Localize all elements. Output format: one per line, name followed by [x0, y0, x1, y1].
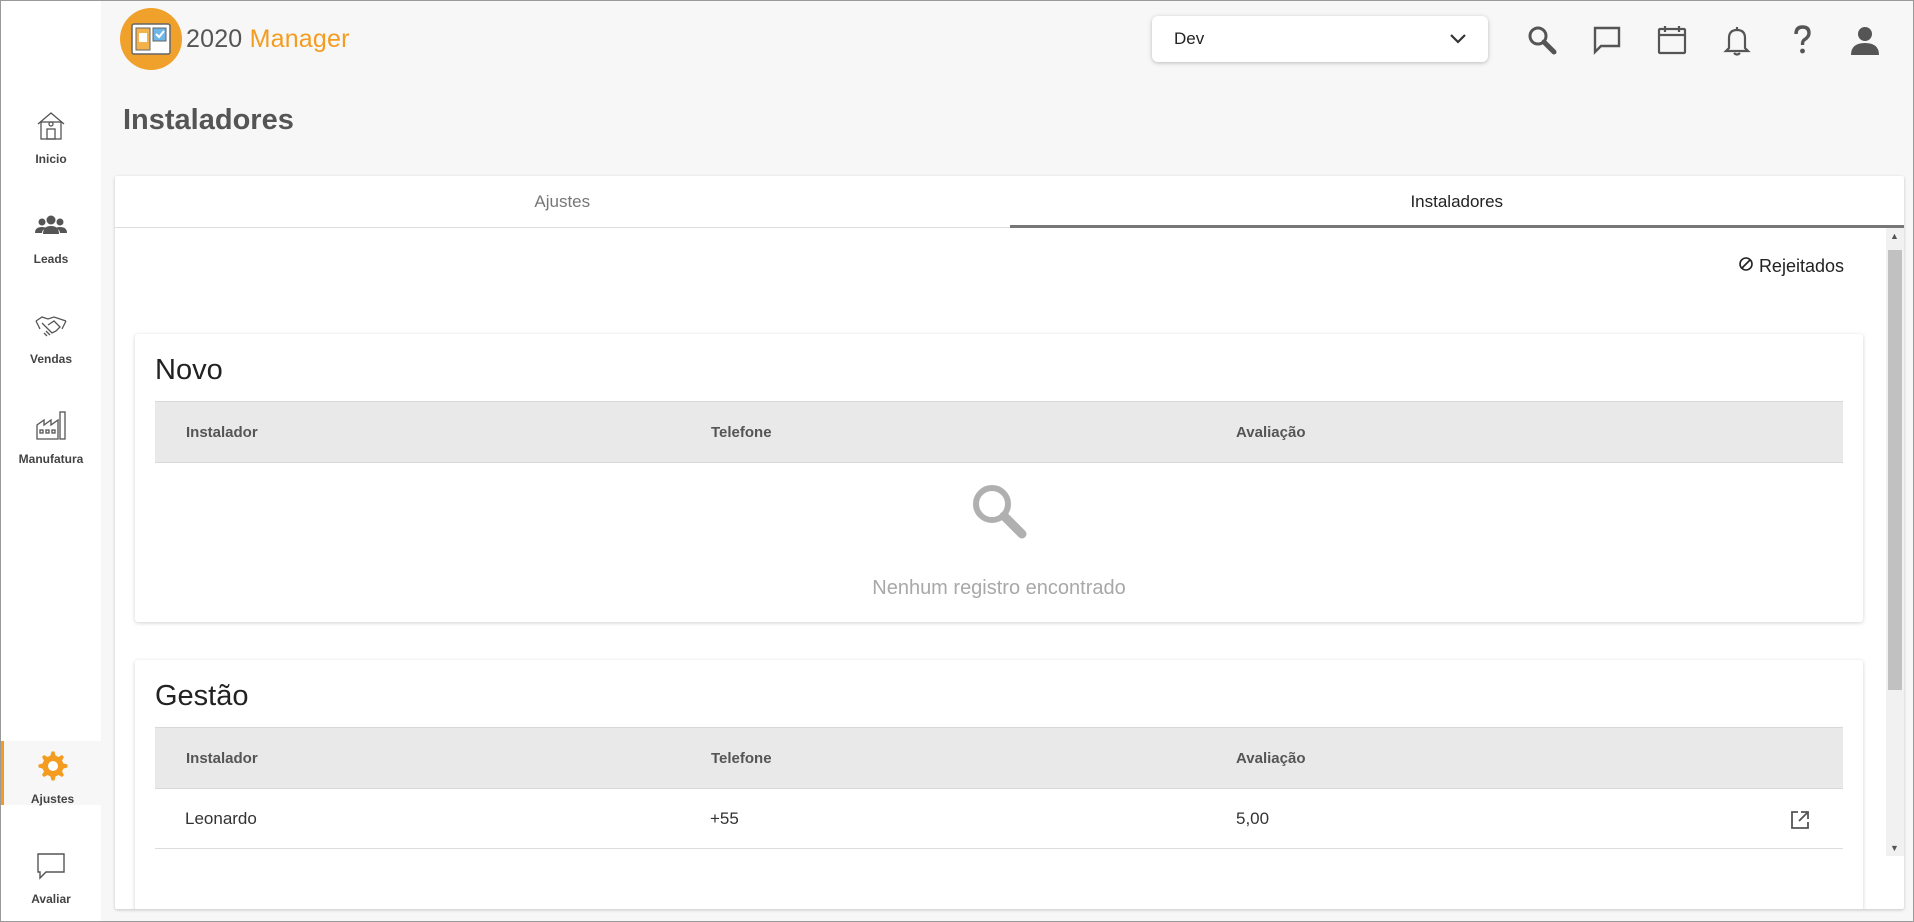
rejected-button[interactable]: Rejeitados	[1738, 256, 1844, 277]
environment-select[interactable]: Dev	[1152, 16, 1488, 62]
logo-badge	[120, 8, 182, 70]
sidebar-item-manufatura[interactable]: Manufatura	[1, 409, 101, 466]
factory-icon	[34, 409, 68, 448]
section-title: Gestão	[155, 680, 249, 712]
column-instalador[interactable]: Instalador	[186, 424, 258, 441]
column-instalador[interactable]: Instalador	[186, 750, 258, 767]
tab-bar: Ajustes Instaladores	[115, 176, 1904, 228]
sidebar-item-label: Leads	[33, 252, 69, 266]
open-external-icon[interactable]	[1789, 809, 1811, 831]
sidebar-item-ajustes[interactable]: Ajustes	[1, 741, 101, 806]
chevron-down-icon	[1450, 29, 1466, 49]
scroll-up-icon[interactable]: ▲	[1890, 231, 1899, 241]
chat-icon[interactable]	[1589, 22, 1625, 58]
column-avaliacao[interactable]: Avaliação	[1236, 750, 1306, 767]
table-row[interactable]: Leonardo +55 5,00	[155, 789, 1843, 849]
user-icon[interactable]	[1847, 22, 1883, 58]
sidebar: Inicio Leads Vendas Manufatura Ajustes A…	[1, 1, 101, 921]
scrollbar-thumb[interactable]	[1888, 250, 1902, 690]
calendar-icon[interactable]	[1654, 22, 1690, 58]
vertical-scrollbar[interactable]: ▲ ▼	[1886, 228, 1904, 856]
sidebar-item-leads[interactable]: Leads	[1, 209, 101, 266]
column-avaliacao[interactable]: Avaliação	[1236, 424, 1306, 441]
search-icon[interactable]	[1524, 22, 1560, 58]
home-icon	[34, 109, 68, 148]
cell-instalador: Leonardo	[185, 809, 257, 828]
bell-icon[interactable]	[1719, 22, 1755, 58]
block-icon	[1738, 256, 1759, 277]
empty-state: Nenhum registro encontrado	[135, 480, 1863, 600]
page-title: Instaladores	[123, 104, 294, 136]
table-header: Instalador Telefone Avaliação	[155, 401, 1843, 463]
scroll-down-icon[interactable]: ▼	[1890, 843, 1899, 853]
sidebar-item-vendas[interactable]: Vendas	[1, 309, 101, 366]
help-icon[interactable]	[1784, 22, 1820, 58]
environment-value: Dev	[1174, 29, 1205, 48]
section-gestao: Gestão Instalador Telefone Avaliação Leo…	[135, 660, 1863, 909]
sidebar-item-avaliar[interactable]: Avaliar	[1, 849, 101, 906]
scroll-area: Rejeitados Novo Instalador Telefone Aval…	[115, 228, 1904, 909]
logo-text: 2020 Manager	[186, 24, 350, 53]
feedback-icon	[34, 849, 68, 888]
rejected-label: Rejeitados	[1758, 256, 1844, 276]
gear-icon	[36, 749, 70, 788]
content-card: Ajustes Instaladores Rejeitados Novo Ins…	[115, 176, 1904, 909]
sidebar-item-label: Vendas	[29, 352, 73, 366]
section-novo: Novo Instalador Telefone Avaliação Nenhu…	[135, 334, 1863, 622]
table-header: Instalador Telefone Avaliação	[155, 727, 1843, 789]
empty-message: Nenhum registro encontrado	[872, 577, 1126, 599]
people-icon	[34, 209, 68, 248]
sidebar-item-label: Inicio	[35, 152, 67, 166]
sidebar-item-label: Avaliar	[31, 892, 71, 906]
app-logo[interactable]: 2020 Manager	[120, 8, 350, 70]
column-telefone[interactable]: Telefone	[711, 750, 772, 767]
sidebar-item-label: Manufatura	[18, 452, 84, 466]
sidebar-item-inicio[interactable]: Inicio	[1, 109, 101, 166]
cell-avaliacao: 5,00	[1236, 809, 1270, 828]
section-title: Novo	[155, 354, 223, 386]
tab-instaladores[interactable]: Instaladores	[1009, 176, 1905, 228]
column-telefone[interactable]: Telefone	[711, 424, 772, 441]
tab-ajustes[interactable]: Ajustes	[115, 176, 1010, 227]
search-icon	[968, 480, 1030, 547]
sidebar-item-label: Ajustes	[30, 792, 75, 806]
handshake-icon	[34, 309, 68, 348]
cell-telefone: +55	[710, 809, 739, 828]
